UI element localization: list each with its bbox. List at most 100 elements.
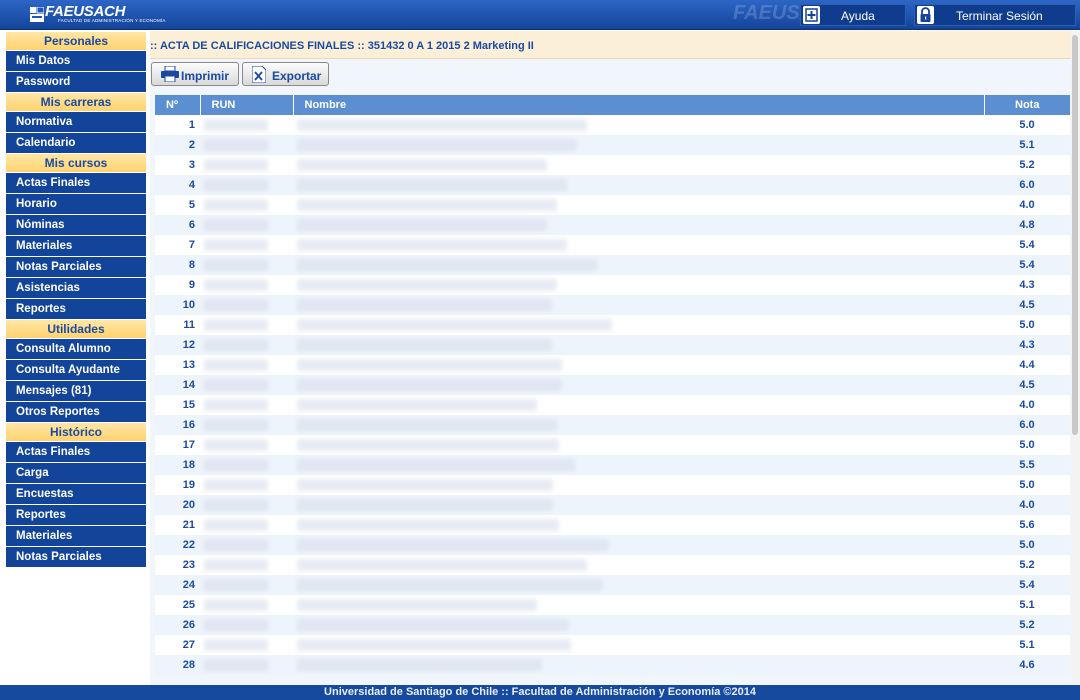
row-number: 11 bbox=[155, 315, 200, 335]
name-cell-redacted bbox=[293, 475, 984, 495]
grade-cell: 4.0 bbox=[984, 195, 1070, 215]
help-button[interactable]: Ayuda bbox=[800, 4, 906, 26]
redacted-run bbox=[204, 559, 268, 571]
vertical-scrollbar[interactable] bbox=[1071, 31, 1080, 685]
sidebar-item-hist-notas-parciales[interactable]: Notas Parciales bbox=[6, 547, 146, 568]
sidebar-item-materiales[interactable]: Materiales bbox=[6, 236, 146, 257]
sidebar-item-horario[interactable]: Horario bbox=[6, 194, 146, 215]
table-row: 21 5.6 bbox=[155, 515, 1070, 535]
sidebar-item-otros-reportes[interactable]: Otros Reportes bbox=[6, 402, 146, 423]
redacted-name bbox=[297, 439, 559, 451]
redacted-name bbox=[297, 499, 553, 511]
section-mis-carreras: Mis carreras bbox=[6, 93, 146, 112]
sidebar-item-normativa[interactable]: Normativa bbox=[6, 112, 146, 133]
grade-cell: 5.0 bbox=[984, 475, 1070, 495]
help-label: Ayuda bbox=[841, 9, 875, 23]
name-cell-redacted bbox=[293, 635, 984, 655]
name-cell-redacted bbox=[293, 615, 984, 635]
sidebar-item-hist-materiales[interactable]: Materiales bbox=[6, 526, 146, 547]
sidebar-item-hist-carga[interactable]: Carga bbox=[6, 463, 146, 484]
grade-cell: 5.0 bbox=[984, 535, 1070, 555]
name-cell-redacted bbox=[293, 315, 984, 335]
redacted-name bbox=[297, 139, 577, 151]
sidebar-item-hist-reportes[interactable]: Reportes bbox=[6, 505, 146, 526]
sidebar-item-hist-actas-finales[interactable]: Actas Finales bbox=[6, 442, 146, 463]
redacted-run bbox=[204, 539, 268, 551]
table-row: 12 4.3 bbox=[155, 335, 1070, 355]
table-row: 20 4.0 bbox=[155, 495, 1070, 515]
run-cell-redacted bbox=[200, 295, 293, 315]
top-header: FAEUSACH FACULTAD DE ADMINISTRACIÓN Y EC… bbox=[0, 0, 1080, 30]
sidebar-item-asistencias[interactable]: Asistencias bbox=[6, 278, 146, 299]
run-cell-redacted bbox=[200, 235, 293, 255]
run-cell-redacted bbox=[200, 175, 293, 195]
run-cell-redacted bbox=[200, 415, 293, 435]
table-row: 25 5.1 bbox=[155, 595, 1070, 615]
section-historico: Histórico bbox=[6, 423, 146, 442]
grade-cell: 5.4 bbox=[984, 255, 1070, 275]
printer-icon bbox=[161, 66, 179, 82]
grade-cell: 5.2 bbox=[984, 555, 1070, 575]
sidebar-item-notas-parciales[interactable]: Notas Parciales bbox=[6, 257, 146, 278]
sidebar-item-password[interactable]: Password bbox=[6, 72, 146, 93]
name-cell-redacted bbox=[293, 255, 984, 275]
logo-subtitle: FACULTAD DE ADMINISTRACIÓN Y ECONOMÍA bbox=[58, 18, 166, 23]
row-number: 26 bbox=[155, 615, 200, 635]
table-row: 26 5.2 bbox=[155, 615, 1070, 635]
table-row: 11 5.0 bbox=[155, 315, 1070, 335]
page-footer: Universidad de Santiago de Chile :: Facu… bbox=[0, 685, 1080, 700]
run-cell-redacted bbox=[200, 435, 293, 455]
grade-cell: 5.4 bbox=[984, 235, 1070, 255]
scrollbar-thumb[interactable] bbox=[1072, 35, 1078, 435]
row-number: 25 bbox=[155, 595, 200, 615]
sidebar-item-mensajes[interactable]: Mensajes (81) bbox=[6, 381, 146, 402]
name-cell-redacted bbox=[293, 215, 984, 235]
sidebar-item-consulta-ayudante[interactable]: Consulta Ayudante bbox=[6, 360, 146, 381]
row-number: 3 bbox=[155, 155, 200, 175]
grade-cell: 4.0 bbox=[984, 395, 1070, 415]
sidebar-item-calendario[interactable]: Calendario bbox=[6, 133, 146, 154]
redacted-name bbox=[297, 619, 569, 631]
row-number: 14 bbox=[155, 375, 200, 395]
run-cell-redacted bbox=[200, 135, 293, 155]
redacted-name bbox=[297, 359, 562, 371]
col-header-num: Nº bbox=[155, 95, 201, 115]
faeusach-logo[interactable]: FAEUSACH FACULTAD DE ADMINISTRACIÓN Y EC… bbox=[30, 3, 165, 26]
table-row: 23 5.2 bbox=[155, 555, 1070, 575]
section-personales: Personales bbox=[6, 32, 146, 51]
redacted-run bbox=[204, 399, 268, 411]
row-number: 28 bbox=[155, 655, 200, 675]
grade-cell: 4.6 bbox=[984, 655, 1070, 675]
sidebar-item-hist-encuestas[interactable]: Encuestas bbox=[6, 484, 146, 505]
export-button[interactable]: Exportar bbox=[242, 62, 329, 86]
table-row: 9 4.3 bbox=[155, 275, 1070, 295]
sidebar-item-actas-finales[interactable]: Actas Finales bbox=[6, 173, 146, 194]
grades-table-body: 1 5.0 2 5.1 3 5.2 4 6.0 5 4.0 6 4.8 7 5.4 8 5.4 9 4.3 10 4.… bbox=[155, 115, 1070, 675]
run-cell-redacted bbox=[200, 475, 293, 495]
sidebar-item-mis-datos[interactable]: Mis Datos bbox=[6, 51, 146, 72]
redacted-run bbox=[204, 619, 268, 631]
print-button[interactable]: Imprimir bbox=[151, 62, 239, 86]
col-header-grade: Nota bbox=[984, 95, 1070, 115]
grade-cell: 4.5 bbox=[984, 375, 1070, 395]
row-number: 4 bbox=[155, 175, 200, 195]
grade-cell: 6.0 bbox=[984, 415, 1070, 435]
page-title: :: ACTA DE CALIFICACIONES FINALES :: 351… bbox=[150, 40, 534, 52]
redacted-run bbox=[204, 339, 268, 351]
grade-cell: 5.0 bbox=[984, 115, 1070, 135]
run-cell-redacted bbox=[200, 375, 293, 395]
grade-cell: 5.0 bbox=[984, 435, 1070, 455]
sidebar-item-consulta-alumno[interactable]: Consulta Alumno bbox=[6, 339, 146, 360]
sidebar-item-nominas[interactable]: Nóminas bbox=[6, 215, 146, 236]
row-number: 27 bbox=[155, 635, 200, 655]
name-cell-redacted bbox=[293, 535, 984, 555]
sidebar-item-reportes[interactable]: Reportes bbox=[6, 299, 146, 320]
logout-button[interactable]: Terminar Sesión bbox=[914, 4, 1076, 26]
run-cell-redacted bbox=[200, 575, 293, 595]
redacted-run bbox=[204, 599, 268, 611]
name-cell-redacted bbox=[293, 655, 984, 675]
row-number: 16 bbox=[155, 415, 200, 435]
run-cell-redacted bbox=[200, 335, 293, 355]
name-cell-redacted bbox=[293, 375, 984, 395]
redacted-name bbox=[297, 419, 557, 431]
